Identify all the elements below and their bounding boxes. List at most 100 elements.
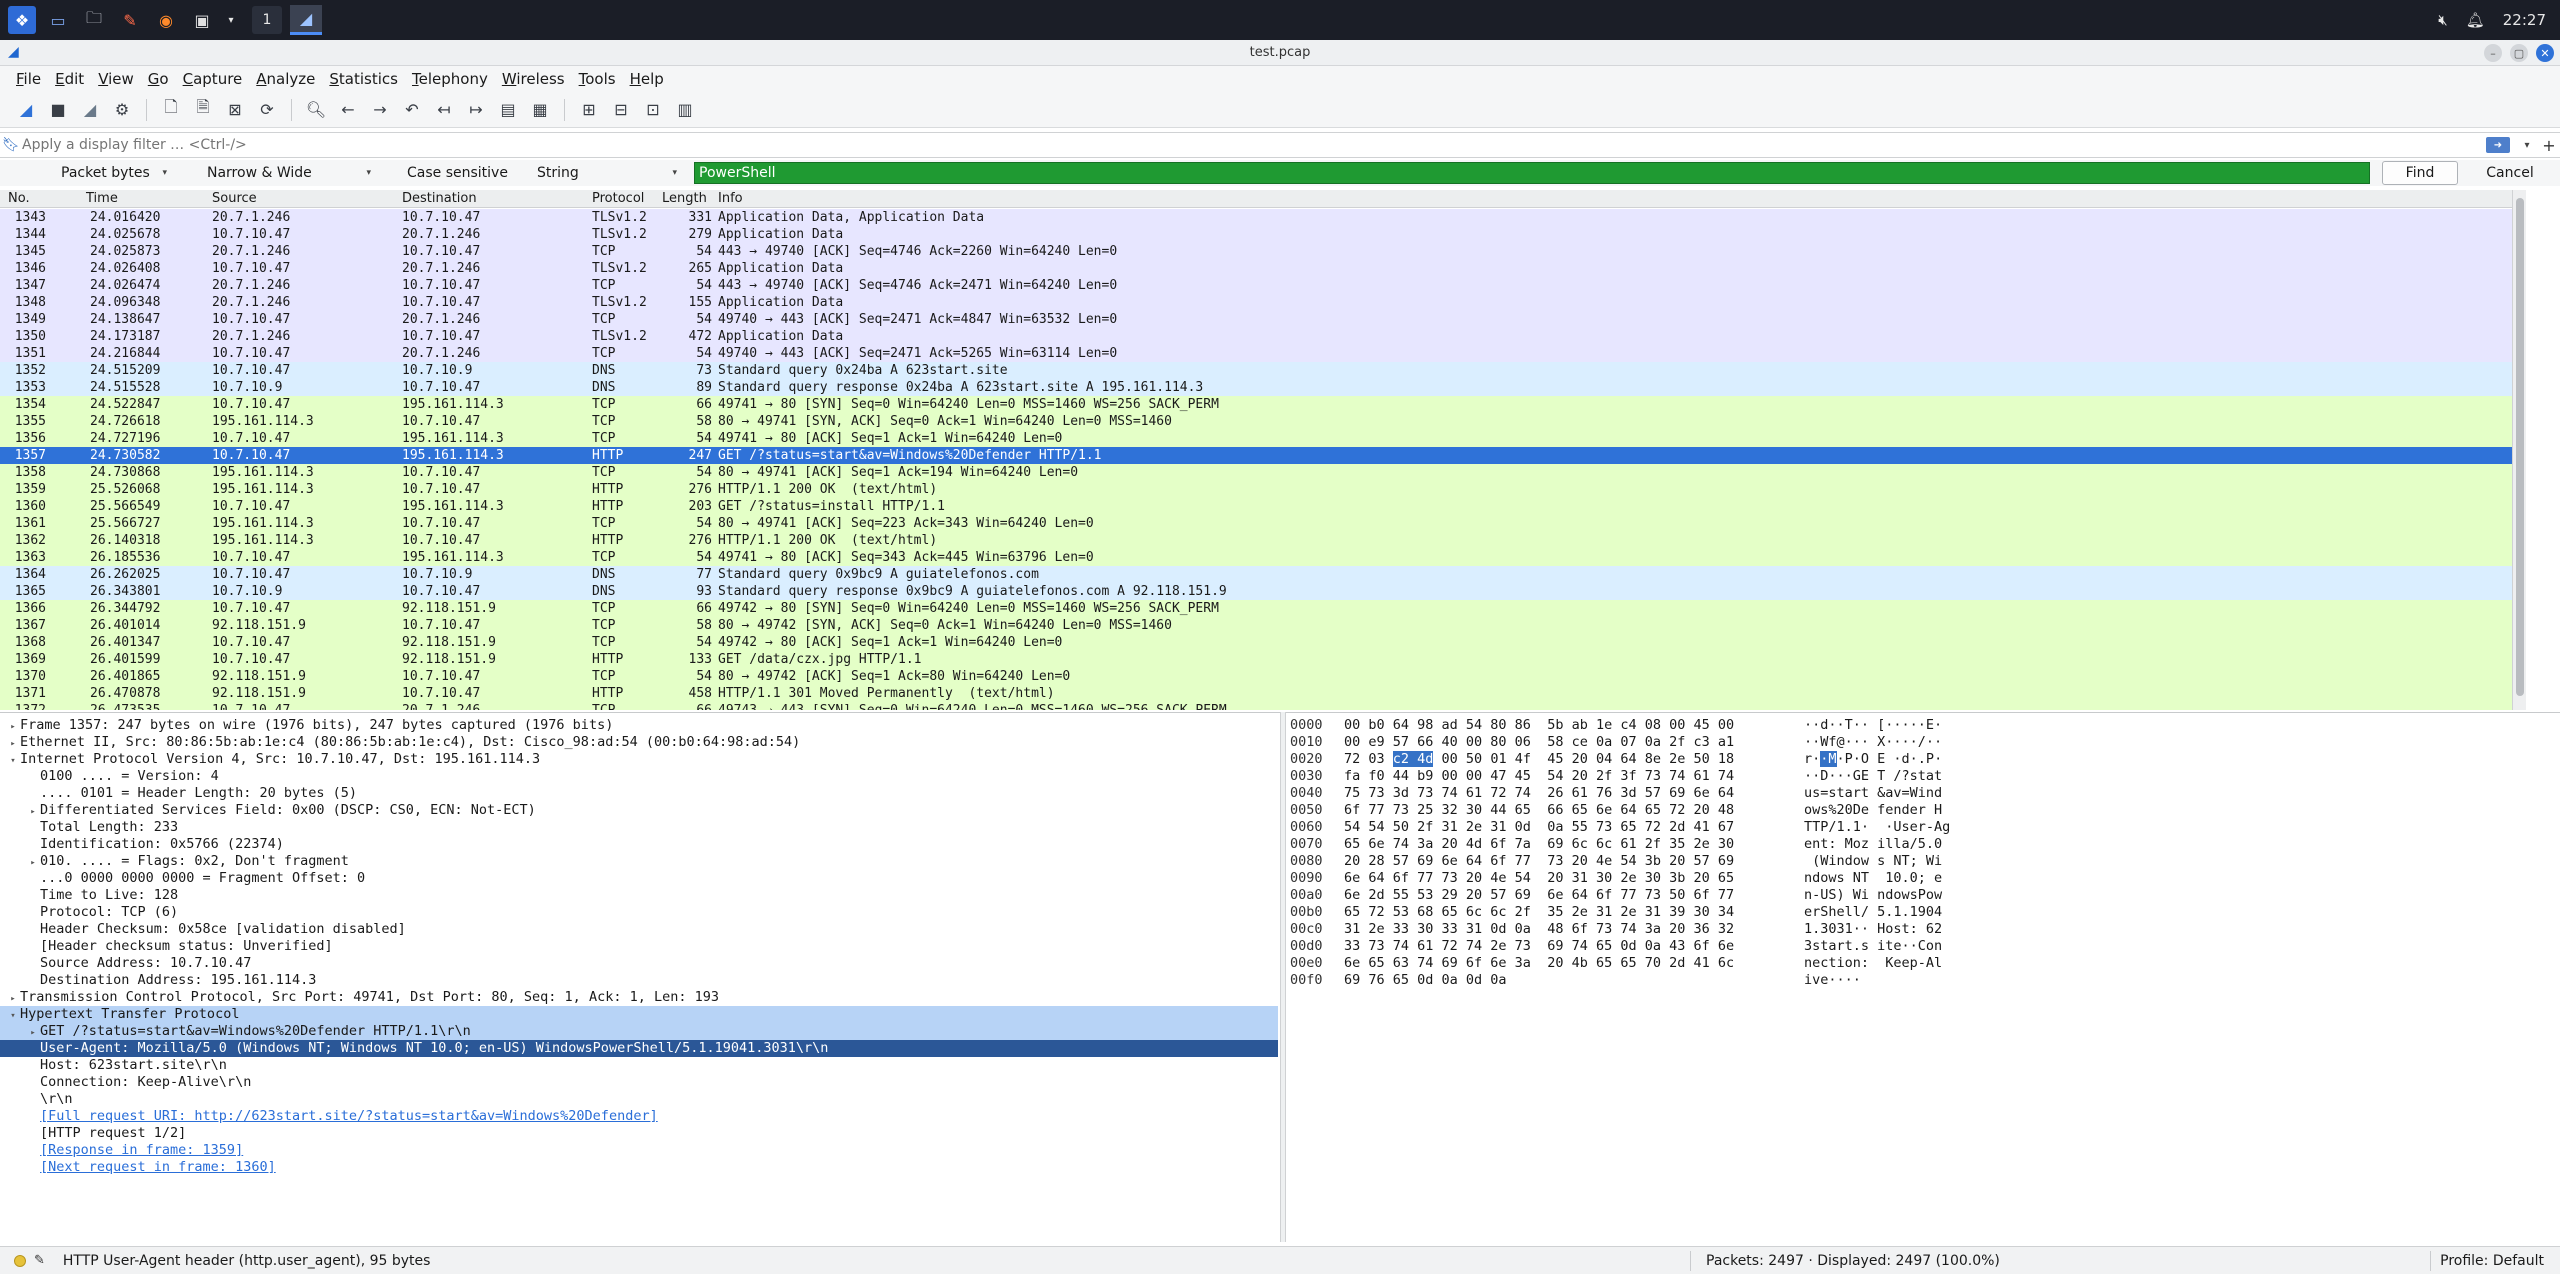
packet-row[interactable]: 1349 24.138647 10.7.10.47 20.7.1.246 TCP 54 49… — [0, 311, 2512, 328]
search-type-dropdown[interactable]: String ▾ — [528, 163, 686, 183]
hex-row[interactable]: 0090 6e 64 6f 77 73 20 4e 54 20 31 30 2e … — [1286, 870, 2556, 887]
detail-tree-item[interactable]: .... 0101 = Header Length: 20 bytes (5) — [0, 785, 1278, 802]
workspace-indicator[interactable]: 1 — [252, 6, 282, 34]
hex-row[interactable]: 0050 6f 77 73 25 32 30 44 65 66 65 6e 64 … — [1286, 802, 2556, 819]
hex-row[interactable]: 00b0 65 72 53 68 65 6c 6c 2f 35 2e 31 2e … — [1286, 904, 2556, 921]
zoom-out-icon[interactable]: ⊟ — [607, 96, 635, 124]
detail-tree-item[interactable]: [Response in frame: 1359] — [0, 1142, 1278, 1159]
detail-tree-item[interactable]: ▸ Ethernet II, Src: 80:86:5b:ab:1e:c4 (80… — [0, 734, 1278, 751]
packet-row[interactable]: 1370 26.401865 92.118.151.9 10.7.10.47 TCP 54… — [0, 668, 2512, 685]
reload-file-icon[interactable]: ⟳ — [253, 96, 281, 124]
firefox-icon[interactable]: ◉ — [152, 6, 180, 34]
capture-options-icon[interactable]: ⚙ — [108, 96, 136, 124]
packet-row[interactable]: 1352 24.515209 10.7.10.47 10.7.10.9 DNS 73 Sta… — [0, 362, 2512, 379]
packet-row[interactable]: 1361 25.566727 195.161.114.3 10.7.10.47 TCP 5… — [0, 515, 2512, 532]
hex-row[interactable]: 0000 00 b0 64 98 ad 54 80 86 5b ab 1e c4 … — [1286, 717, 2556, 734]
detail-tree-item[interactable]: [Header checksum status: Unverified] — [0, 938, 1278, 955]
packet-row[interactable]: 1343 24.016420 20.7.1.246 10.7.10.47 TLSv1.2… — [0, 209, 2512, 226]
detail-tree-item[interactable]: User-Agent: Mozilla/5.0 (Windows NT; Win… — [0, 1040, 1278, 1057]
apply-filter-arrow-icon[interactable]: ➜ — [2486, 137, 2510, 153]
detail-tree-item[interactable]: Source Address: 10.7.10.47 — [0, 955, 1278, 972]
hex-row[interactable]: 0070 65 6e 74 3a 20 4d 6f 7a 69 6c 6c 61 … — [1286, 836, 2556, 853]
packet-row[interactable]: 1360 25.566549 10.7.10.47 195.161.114.3 HTTP… — [0, 498, 2512, 515]
packet-row[interactable]: 1345 24.025873 20.7.1.246 10.7.10.47 TCP 54 44… — [0, 243, 2512, 260]
packet-row[interactable]: 1358 24.730868 195.161.114.3 10.7.10.47 TCP 5… — [0, 464, 2512, 481]
packet-row[interactable]: 1350 24.173187 20.7.1.246 10.7.10.47 TLSv1.2… — [0, 328, 2512, 345]
go-to-packet-icon[interactable]: ↶ — [398, 96, 426, 124]
packet-row[interactable]: 1355 24.726618 195.161.114.3 10.7.10.47 TCP 5… — [0, 413, 2512, 430]
profile-label[interactable]: Profile: Default — [2440, 1253, 2544, 1269]
packet-row[interactable]: 1348 24.096348 20.7.1.246 10.7.10.47 TLSv1.2… — [0, 294, 2512, 311]
minimize-icon[interactable]: – — [2484, 44, 2502, 62]
close-file-icon[interactable]: ⊠ — [221, 96, 249, 124]
go-back-icon[interactable]: ← — [334, 96, 362, 124]
last-packet-icon[interactable]: ↦ — [462, 96, 490, 124]
packet-row[interactable]: 1365 26.343801 10.7.10.9 10.7.10.47 DNS 93 Sta… — [0, 583, 2512, 600]
column-info[interactable]: Info — [718, 191, 743, 206]
detail-tree-item[interactable]: Protocol: TCP (6) — [0, 904, 1278, 921]
case-sensitive-checkbox[interactable]: Case sensitive — [398, 163, 517, 183]
packet-row[interactable]: 1351 24.216844 10.7.10.47 20.7.1.246 TCP 54 49… — [0, 345, 2512, 362]
packet-row[interactable]: 1362 26.140318 195.161.114.3 10.7.10.47 HTTP… — [0, 532, 2512, 549]
detail-tree-item[interactable]: Time to Live: 128 — [0, 887, 1278, 904]
packet-row[interactable]: 1357 24.730582 10.7.10.47 195.161.114.3 HTTP… — [0, 447, 2512, 464]
wireshark-taskbar-icon[interactable]: ◢ — [290, 5, 322, 35]
restart-capture-icon[interactable]: ◢ — [76, 96, 104, 124]
scrollbar-thumb[interactable] — [2516, 198, 2524, 696]
detail-tree-item[interactable]: ▾ Internet Protocol Version 4, Src: 10.7.… — [0, 751, 1278, 768]
menu-help[interactable]: Help — [624, 66, 672, 92]
terminal-icon[interactable]: ▣ — [188, 6, 216, 34]
capture-comment-icon[interactable]: ✎ — [34, 1253, 45, 1268]
char-width-dropdown[interactable]: Narrow & Wide ▾ — [198, 163, 380, 183]
packet-row[interactable]: 1354 24.522847 10.7.10.47 195.161.114.3 TCP 6… — [0, 396, 2512, 413]
detail-tree-item[interactable]: ▾ Hypertext Transfer Protocol — [0, 1006, 1278, 1023]
packet-list-scrollbar[interactable] — [2512, 190, 2526, 710]
detail-tree-item[interactable]: Destination Address: 195.161.114.3 — [0, 972, 1278, 989]
packet-row[interactable]: 1364 26.262025 10.7.10.47 10.7.10.9 DNS 77 Sta… — [0, 566, 2512, 583]
detail-tree-item[interactable]: ▸ Transmission Control Protocol, Src Port… — [0, 989, 1278, 1006]
menu-edit[interactable]: Edit — [49, 66, 92, 92]
menu-statistics[interactable]: Statistics — [323, 66, 406, 92]
packet-row[interactable]: 1344 24.025678 10.7.10.47 20.7.1.246 TLSv1.2… — [0, 226, 2512, 243]
menu-tools[interactable]: Tools — [573, 66, 624, 92]
packet-bytes-pane[interactable]: 0000 00 b0 64 98 ad 54 80 86 5b ab 1e c4 … — [1286, 712, 2560, 1242]
detail-tree-item[interactable]: 0100 .... = Version: 4 — [0, 768, 1278, 785]
packet-row[interactable]: 1356 24.727196 10.7.10.47 195.161.114.3 TCP 5… — [0, 430, 2512, 447]
add-filter-button-icon[interactable]: + — [2538, 136, 2560, 155]
menu-capture[interactable]: Capture — [177, 66, 251, 92]
mute-icon[interactable]: 🔇︎ — [2438, 11, 2447, 29]
hex-row[interactable]: 0040 75 73 3d 73 74 61 72 74 26 61 76 3d … — [1286, 785, 2556, 802]
save-file-icon[interactable]: 🗎 — [189, 96, 217, 124]
packet-row[interactable]: 1369 26.401599 10.7.10.47 92.118.151.9 HTTP 1… — [0, 651, 2512, 668]
hex-row[interactable]: 00f0 69 76 65 0d 0a 0d 0a ive···· — [1286, 972, 2556, 989]
open-file-icon[interactable]: 🗋 — [157, 96, 185, 124]
menu-go[interactable]: Go — [142, 66, 177, 92]
packet-row[interactable]: 1346 24.026408 10.7.10.47 20.7.1.246 TLSv1.2… — [0, 260, 2512, 277]
hex-row[interactable]: 0010 00 e9 57 66 40 00 80 06 58 ce 0a 07 … — [1286, 734, 2556, 751]
resize-columns-icon[interactable]: ▥ — [671, 96, 699, 124]
packet-details-pane[interactable]: ▸ Frame 1357: 247 bytes on wire (1976 bit… — [0, 712, 1280, 1242]
packet-row[interactable]: 1347 24.026474 20.7.1.246 10.7.10.47 TCP 54 44… — [0, 277, 2512, 294]
packet-row[interactable]: 1368 26.401347 10.7.10.47 92.118.151.9 TCP 54… — [0, 634, 2512, 651]
dropdown-arrow-icon[interactable]: ▾ — [224, 6, 238, 34]
packet-row[interactable]: 1363 26.185536 10.7.10.47 195.161.114.3 TCP 5… — [0, 549, 2512, 566]
start-capture-icon[interactable]: ◢ — [12, 96, 40, 124]
detail-link[interactable]: [Next request in frame: 1360] — [40, 1159, 276, 1175]
text-editor-icon[interactable]: ✎ — [116, 6, 144, 34]
hex-row[interactable]: 00a0 6e 2d 55 53 29 20 57 69 6e 64 6f 77 … — [1286, 887, 2556, 904]
detail-tree-item[interactable]: Identification: 0x5766 (22374) — [0, 836, 1278, 853]
desktop-icon[interactable]: ▭ — [44, 6, 72, 34]
start-menu-icon[interactable]: ❖ — [8, 6, 36, 34]
menu-file[interactable]: File — [10, 66, 49, 92]
go-forward-icon[interactable]: → — [366, 96, 394, 124]
hex-row[interactable]: 0080 20 28 57 69 6e 64 6f 77 73 20 4e 54 … — [1286, 853, 2556, 870]
column-protocol[interactable]: Protocol — [592, 191, 644, 206]
packet-row[interactable]: 1371 26.470878 92.118.151.9 10.7.10.47 HTTP 4… — [0, 685, 2512, 702]
column-time[interactable]: Time — [86, 191, 118, 206]
hex-row[interactable]: 0060 54 54 50 2f 31 2e 31 0d 0a 55 73 65 … — [1286, 819, 2556, 836]
normal-size-icon[interactable]: ⊡ — [639, 96, 667, 124]
packet-row[interactable]: 1366 26.344792 10.7.10.47 92.118.151.9 TCP 66… — [0, 600, 2512, 617]
column-no[interactable]: No. — [8, 191, 30, 206]
hex-row[interactable]: 00d0 33 73 74 61 72 74 2e 73 69 74 65 0d … — [1286, 938, 2556, 955]
hex-row[interactable]: 00c0 31 2e 33 30 33 31 0d 0a 48 6f 73 74 … — [1286, 921, 2556, 938]
